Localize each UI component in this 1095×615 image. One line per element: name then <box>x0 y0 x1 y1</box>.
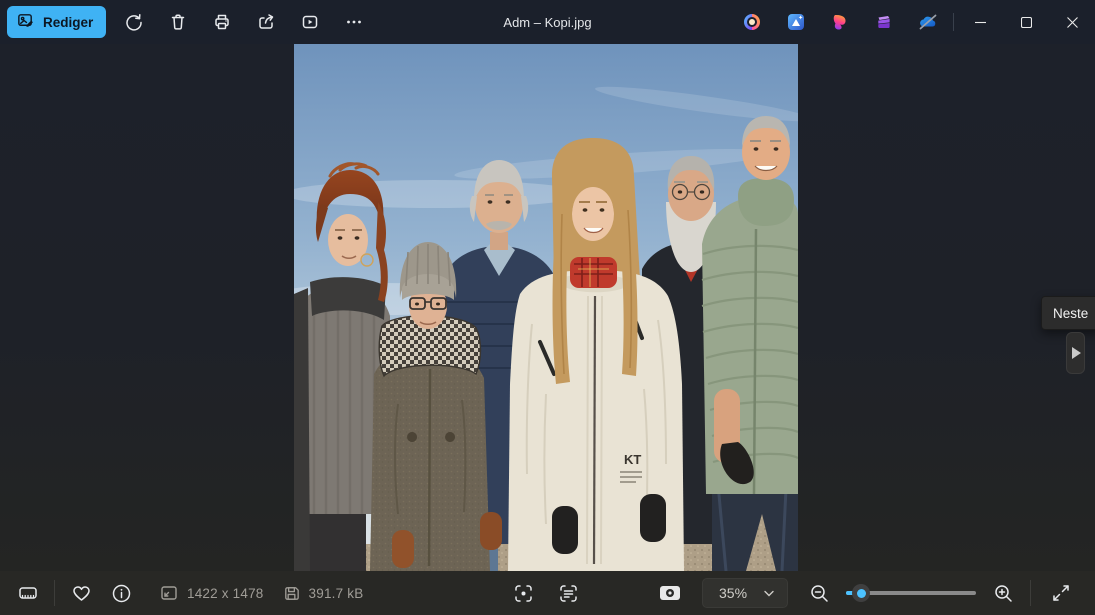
file-size-icon <box>282 584 301 603</box>
chevron-down-icon <box>763 587 775 599</box>
next-button[interactable] <box>1066 332 1085 374</box>
next-tooltip-label: Neste <box>1053 306 1088 321</box>
copilot-icon <box>742 12 762 32</box>
statusbar-separator <box>54 580 55 606</box>
designer-icon <box>830 12 850 32</box>
edit-button-label: Rediger <box>43 15 93 30</box>
titlebar-separator <box>953 13 954 31</box>
text-actions-button[interactable] <box>548 576 588 610</box>
jacket-logo-text: KT <box>624 452 641 467</box>
zoom-level-value: 35% <box>719 585 747 601</box>
slideshow-button[interactable] <box>288 4 332 40</box>
info-button[interactable] <box>101 576 141 610</box>
photos-app-window: Rediger <box>0 0 1095 615</box>
text-actions-icon <box>558 583 579 604</box>
zoom-slider[interactable] <box>846 583 976 603</box>
zoom-level-dropdown[interactable]: 35% <box>702 578 788 608</box>
filmstrip-icon <box>17 582 39 604</box>
close-icon <box>1067 17 1078 28</box>
photos-ai-edit-icon <box>786 12 806 32</box>
titlebar: Rediger <box>0 0 1095 44</box>
fullscreen-icon <box>1051 583 1071 603</box>
clipchamp-icon <box>874 12 894 32</box>
image-dimensions-icon <box>159 583 179 603</box>
onedrive-paused-icon <box>917 12 939 32</box>
visual-search-icon <box>513 583 534 604</box>
zoom-slider-thumb[interactable] <box>852 584 870 602</box>
maximize-button[interactable] <box>1003 0 1049 44</box>
maximize-icon <box>1021 17 1032 28</box>
zoom-in-icon <box>993 583 1014 604</box>
print-icon <box>212 12 232 32</box>
rotate-button[interactable] <box>112 4 156 40</box>
next-arrow-icon <box>1070 346 1082 360</box>
favorite-heart-icon <box>71 583 92 604</box>
minimize-button[interactable] <box>957 0 1003 44</box>
share-button[interactable] <box>244 4 288 40</box>
onedrive-paused-button[interactable] <box>906 4 950 40</box>
file-meta: 1422 x 1478 391.7 kB <box>159 583 373 603</box>
zoom-separator <box>1030 580 1031 606</box>
print-button[interactable] <box>200 4 244 40</box>
copilot-button[interactable] <box>730 4 774 40</box>
see-more-icon <box>344 12 364 32</box>
slideshow-icon <box>300 12 320 32</box>
clipchamp-button[interactable] <box>862 4 906 40</box>
delete-icon <box>168 12 188 32</box>
image-dimensions-value: 1422 x 1478 <box>187 586 264 601</box>
minimize-icon <box>975 17 986 28</box>
zoom-in-button[interactable] <box>986 576 1020 610</box>
file-size-value: 391.7 kB <box>309 586 364 601</box>
viewer-canvas: KT <box>0 44 1095 571</box>
close-button[interactable] <box>1049 0 1095 44</box>
zoom-out-button[interactable] <box>802 576 836 610</box>
photo-group-portrait[interactable]: KT <box>294 44 798 571</box>
toolbar-left: Rediger <box>0 4 376 40</box>
delete-button[interactable] <box>156 4 200 40</box>
fit-to-window-icon <box>659 584 681 602</box>
photos-ai-edit-button[interactable] <box>774 4 818 40</box>
statusbar-right: 35% <box>650 571 1095 615</box>
share-icon <box>256 12 276 32</box>
toolbar-right <box>730 0 1095 44</box>
edit-image-icon <box>16 11 35 33</box>
filmstrip-button[interactable] <box>8 576 48 610</box>
see-more-button[interactable] <box>332 4 376 40</box>
statusbar-center <box>503 571 588 615</box>
statusbar-left: 1422 x 1478 391.7 kB <box>0 576 373 610</box>
fullscreen-button[interactable] <box>1041 576 1081 610</box>
rotate-icon <box>124 12 144 32</box>
fit-to-window-button[interactable] <box>650 576 690 610</box>
next-tooltip: Neste <box>1041 296 1095 330</box>
visual-search-button[interactable] <box>503 576 543 610</box>
edit-button[interactable]: Rediger <box>7 6 106 38</box>
zoom-out-icon <box>809 583 830 604</box>
statusbar: 1422 x 1478 391.7 kB <box>0 571 1095 615</box>
favorite-button[interactable] <box>61 576 101 610</box>
designer-button[interactable] <box>818 4 862 40</box>
info-icon <box>111 583 132 604</box>
